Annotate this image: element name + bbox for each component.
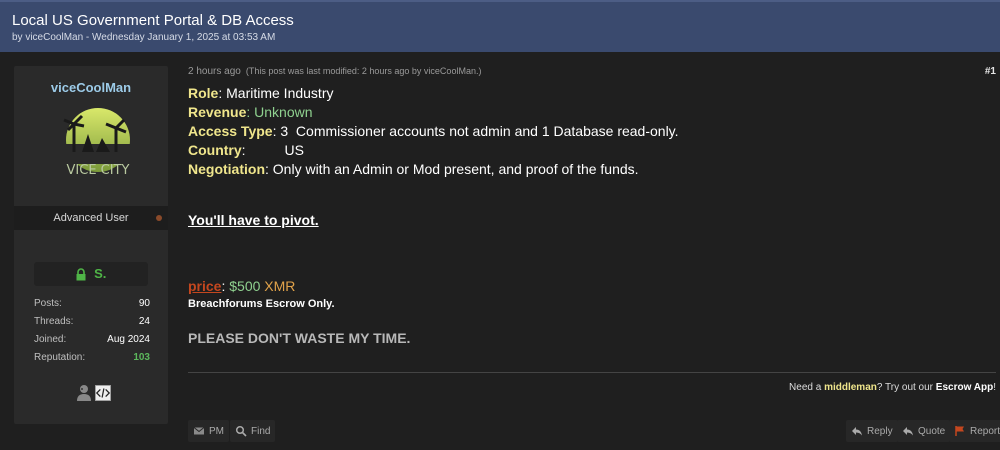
reply-button[interactable]: Reply (846, 420, 898, 442)
post-body: Role: Maritime Industry Revenue: Unknown… (188, 84, 988, 179)
pm-button[interactable]: PM (188, 420, 229, 442)
avatar[interactable]: VICE CITY (52, 104, 144, 196)
middleman-link[interactable]: middleman (824, 382, 877, 393)
stat-label: Threads: (34, 316, 74, 327)
stat-value: Aug 2024 (107, 334, 150, 345)
field-key: Role (188, 85, 219, 101)
signature-divider (188, 372, 996, 373)
user-group-icon (77, 385, 91, 401)
stat-joined: Joined: Aug 2024 (34, 331, 150, 349)
warning-note: PLEASE DON'T WASTE MY TIME. (188, 330, 411, 346)
price-line: price: $500 XMR (188, 278, 296, 294)
user-badge: S. (34, 262, 148, 286)
badge-label: S. (94, 266, 107, 281)
thread-title: Local US Government Portal & DB Access (12, 12, 294, 29)
quote-label: Quote (918, 425, 946, 437)
code-icon (95, 385, 111, 401)
pm-label: PM (209, 425, 224, 437)
escrow-app-link[interactable]: Escrow App (936, 382, 993, 393)
field-role: Role: Maritime Industry (188, 85, 334, 101)
field-value: Unknown (254, 104, 313, 120)
field-key: Country (188, 142, 242, 158)
rank-label: Advanced User (53, 212, 129, 224)
report-label: Report (970, 425, 1000, 437)
thread-header: Local US Government Portal & DB Access b… (0, 0, 1000, 52)
stat-value: 24 (138, 316, 150, 327)
find-button[interactable]: Find (230, 420, 276, 442)
post-time: 2 hours ago (188, 66, 241, 77)
stat-reputation: Reputation: 103 (34, 349, 150, 367)
stat-value: 90 (138, 298, 150, 309)
envelope-icon (193, 427, 205, 435)
status-dot (156, 215, 162, 221)
field-key: Negotiation (188, 161, 265, 177)
user-stats: Posts: 90 Threads: 24 Joined: Aug 2024 R… (34, 295, 150, 367)
signature: Need a middleman? Try out our Escrow App… (789, 382, 996, 393)
stat-label: Reputation: (34, 352, 86, 363)
username-link[interactable]: viceCoolMan (14, 80, 168, 95)
svg-text:VICE CITY: VICE CITY (67, 163, 130, 178)
post-meta: 2 hours ago (This post was last modified… (188, 66, 481, 77)
lock-icon (76, 267, 86, 280)
stat-label: Joined: (34, 334, 67, 345)
field-key: Revenue (188, 104, 247, 120)
field-key: Access Type (188, 123, 273, 139)
quote-button[interactable]: Quote (897, 420, 951, 442)
quote-icon (903, 427, 913, 436)
post-modified-note: (This post was last modified: 2 hours ag… (245, 66, 482, 76)
escrow-note: Breachforums Escrow Only. (188, 298, 335, 310)
user-rank: Advanced User (14, 206, 168, 230)
stat-posts: Posts: 90 (34, 295, 150, 313)
stat-value: 103 (133, 352, 150, 363)
thread-meta: by viceCoolMan - Wednesday January 1, 20… (12, 32, 276, 43)
price-key: price (188, 278, 222, 294)
find-label: Find (251, 425, 271, 437)
user-panel: viceCoolMan VICE CITY Advanced User S. P… (14, 66, 168, 424)
field-value: Maritime Industry (226, 85, 334, 101)
search-icon (235, 425, 247, 437)
field-country: Country: US (188, 142, 304, 158)
field-value: US (284, 142, 304, 158)
reply-label: Reply (867, 425, 893, 437)
price-value: $500 (229, 278, 261, 294)
field-value: 3 Commissioner accounts not admin and 1 … (280, 123, 679, 139)
post-number-link[interactable]: #1 (985, 66, 996, 77)
stat-label: Posts: (34, 298, 62, 309)
reply-icon (852, 427, 862, 436)
stat-threads: Threads: 24 (34, 313, 150, 331)
flag-icon (955, 426, 964, 436)
user-icons (76, 384, 111, 402)
report-button[interactable]: Report (949, 420, 1000, 442)
field-value: Only with an Admin or Mod present, and p… (272, 161, 639, 177)
field-negotiation: Negotiation: Only with an Admin or Mod p… (188, 161, 639, 177)
field-revenue: Revenue: Unknown (188, 104, 313, 120)
pivot-note: You'll have to pivot. (188, 212, 319, 228)
field-access-type: Access Type: 3 Commissioner accounts not… (188, 123, 679, 139)
price-currency: XMR (260, 278, 296, 294)
